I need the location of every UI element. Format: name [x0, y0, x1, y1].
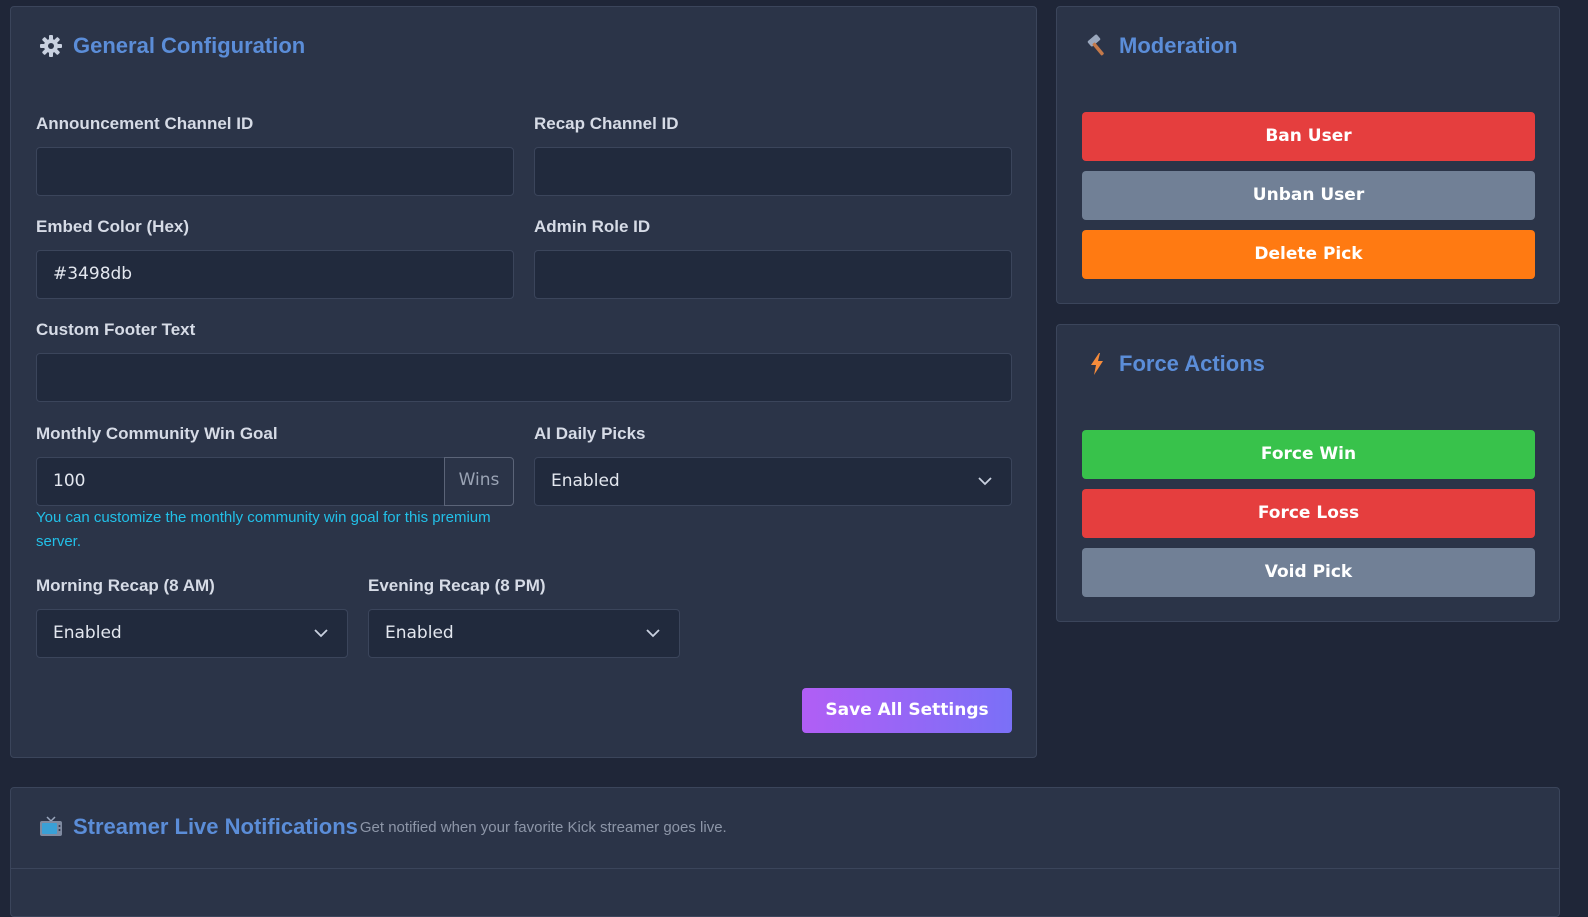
streamer-notifications-title: Streamer Live Notifications Get notified… [39, 814, 727, 840]
custom-footer-label: Custom Footer Text [36, 320, 196, 339]
streamer-notifications-card: Streamer Live Notifications Get notified… [10, 787, 1560, 917]
delete-pick-button[interactable]: Delete Pick [1082, 230, 1535, 279]
admin-role-label: Admin Role ID [534, 217, 651, 236]
custom-footer-input[interactable] [36, 353, 1012, 402]
force-win-button[interactable]: Force Win [1082, 430, 1535, 479]
morning-recap-value: Enabled [53, 623, 122, 643]
chevron-down-icon [646, 629, 660, 638]
force-loss-button[interactable]: Force Loss [1082, 489, 1535, 538]
win-goal-label: Monthly Community Win Goal [36, 424, 278, 443]
recap-channel-label: Recap Channel ID [534, 114, 679, 133]
general-config-card: General Configuration Announcement Chann… [10, 6, 1037, 758]
chevron-down-icon [314, 629, 328, 638]
evening-recap-value: Enabled [385, 623, 454, 643]
unban-user-button[interactable]: Unban User [1082, 171, 1535, 220]
streamer-notifications-subtitle: Get notified when your favorite Kick str… [359, 818, 727, 836]
win-goal-help-text: You can customize the monthly community … [36, 509, 491, 550]
announcement-channel-input[interactable] [36, 147, 514, 196]
embed-color-input[interactable]: #3498db [36, 250, 514, 299]
general-config-title-text: General Configuration [73, 33, 306, 58]
win-goal-addon: Wins [444, 457, 514, 506]
divider [11, 868, 1559, 869]
tv-icon [39, 815, 63, 839]
ai-daily-picks-select[interactable]: Enabled [534, 457, 1012, 506]
morning-recap-label: Morning Recap (8 AM) [36, 576, 215, 595]
chevron-down-icon [978, 477, 992, 486]
general-config-title: General Configuration [39, 33, 305, 59]
embed-color-label: Embed Color (Hex) [36, 217, 190, 236]
void-pick-button[interactable]: Void Pick [1082, 548, 1535, 597]
force-actions-title: Force Actions [1085, 351, 1265, 377]
moderation-card: Moderation Ban User Unban User Delete Pi… [1056, 6, 1560, 304]
evening-recap-select[interactable]: Enabled [368, 609, 680, 658]
ai-daily-picks-label: AI Daily Picks [534, 424, 646, 443]
save-all-settings-button[interactable]: Save All Settings [802, 688, 1012, 733]
ai-daily-picks-value: Enabled [551, 471, 620, 491]
morning-recap-select[interactable]: Enabled [36, 609, 348, 658]
hammer-icon [1085, 34, 1109, 58]
force-actions-title-text: Force Actions [1119, 351, 1265, 376]
lightning-icon [1085, 352, 1109, 376]
gear-icon [39, 34, 63, 58]
evening-recap-label: Evening Recap (8 PM) [368, 576, 546, 595]
force-actions-card: Force Actions Force Win Force Loss Void … [1056, 324, 1560, 622]
ban-user-button[interactable]: Ban User [1082, 112, 1535, 161]
announcement-channel-label: Announcement Channel ID [36, 114, 254, 133]
win-goal-input[interactable]: 100 [36, 457, 446, 506]
moderation-title-text: Moderation [1119, 33, 1238, 58]
moderation-title: Moderation [1085, 33, 1238, 59]
recap-channel-input[interactable] [534, 147, 1012, 196]
streamer-notifications-title-text: Streamer Live Notifications [73, 814, 358, 839]
admin-role-input[interactable] [534, 250, 1012, 299]
